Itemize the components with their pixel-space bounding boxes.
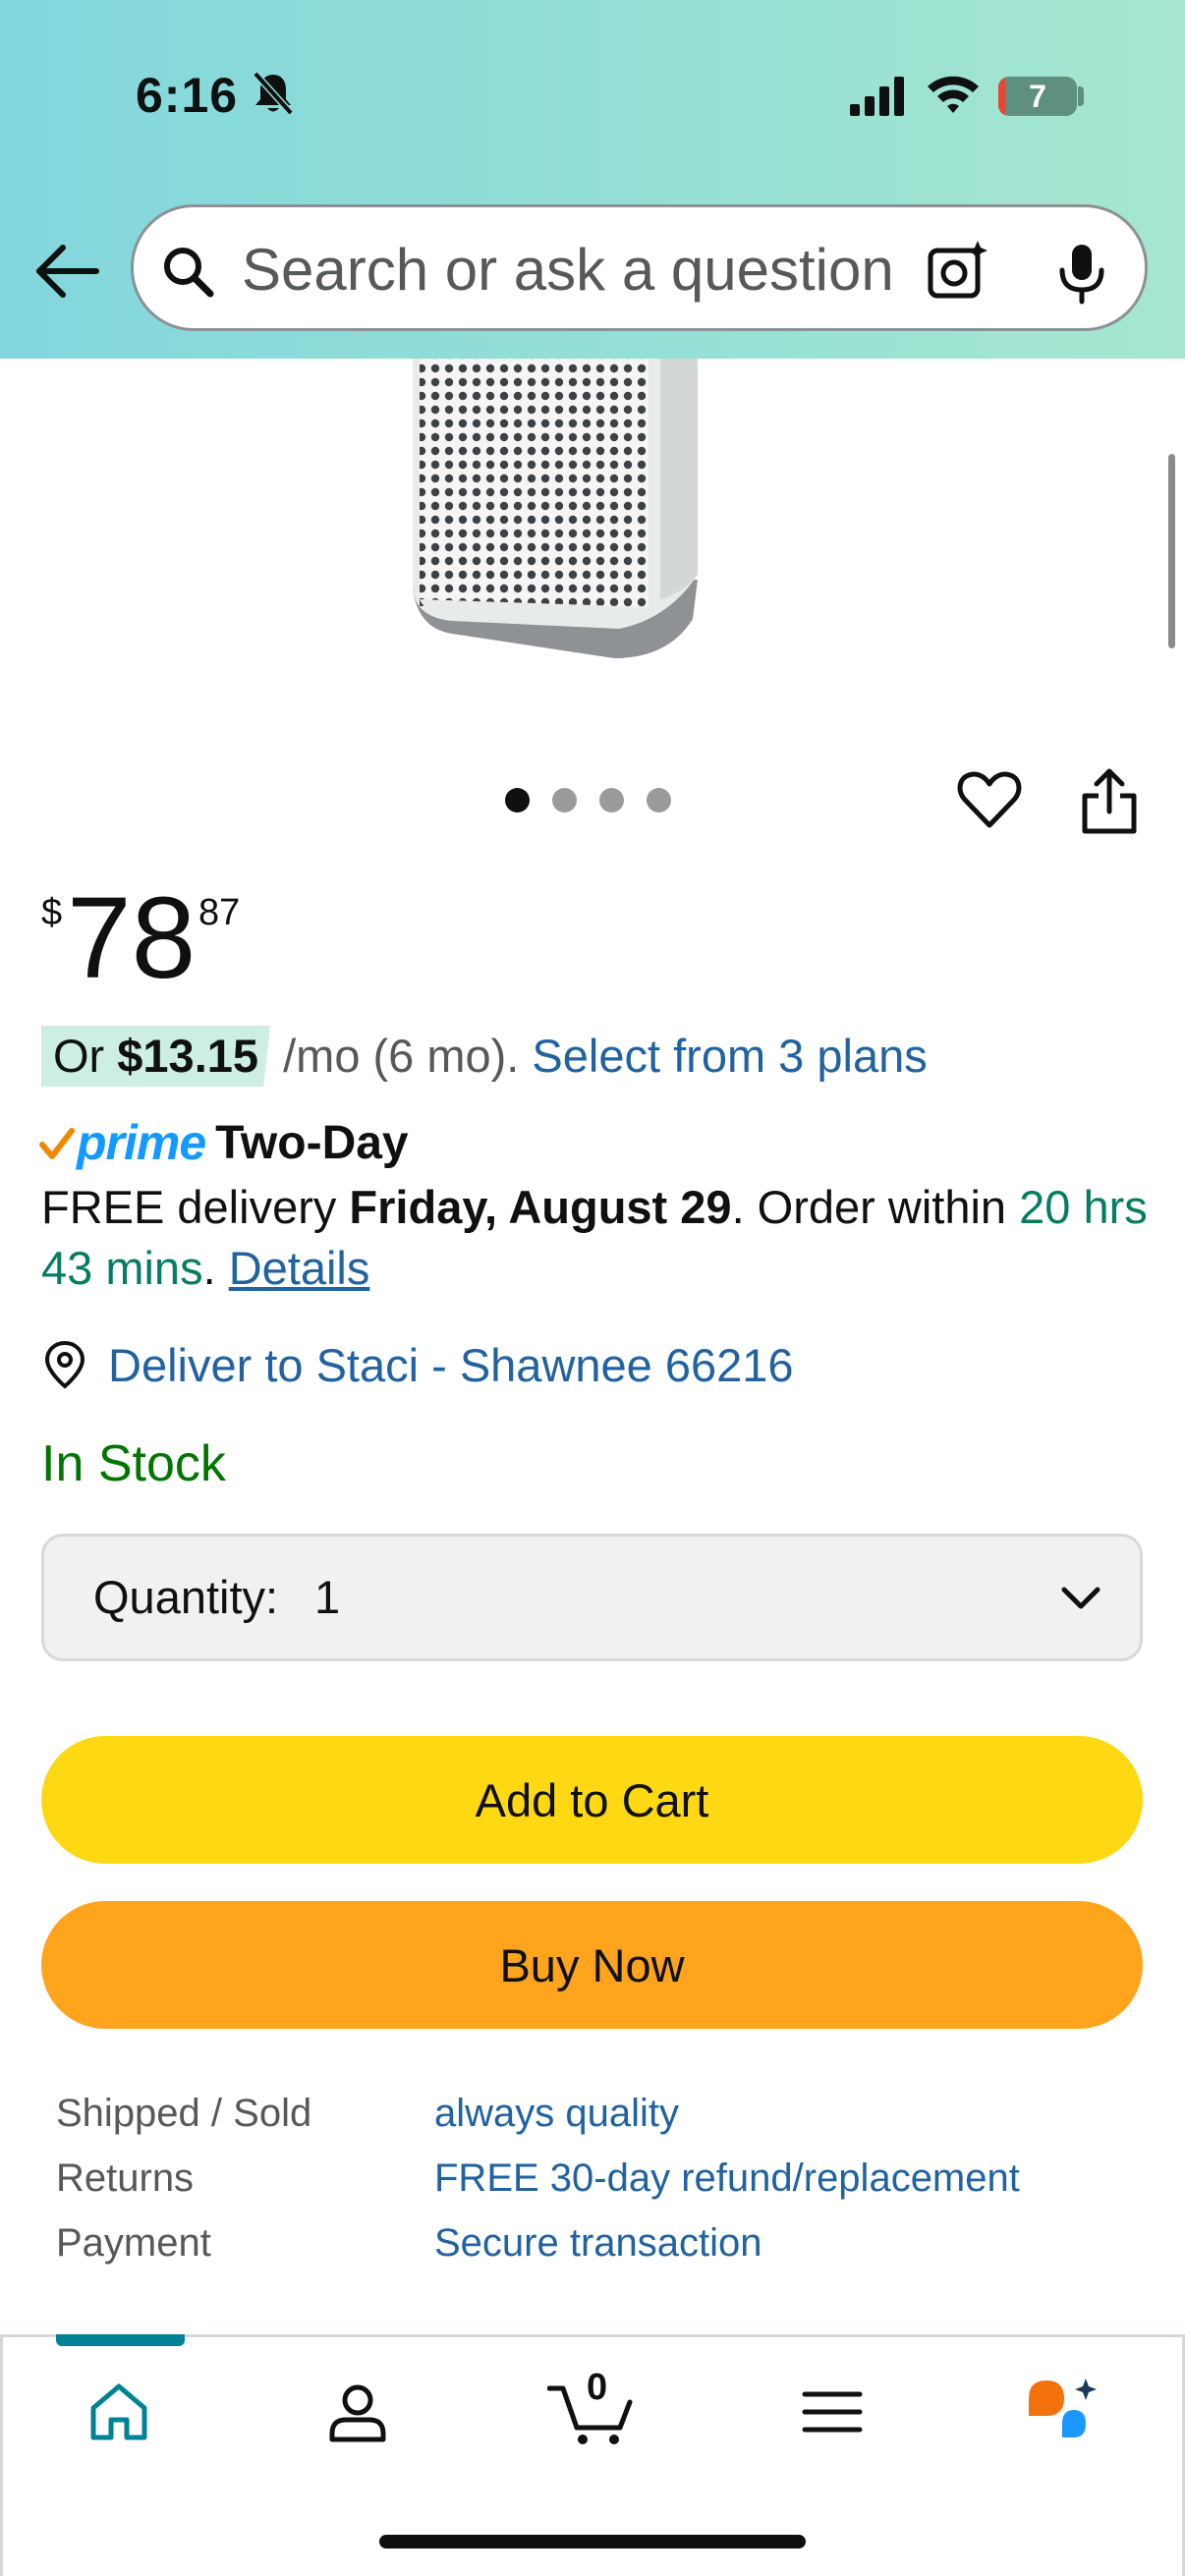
installment-prefix: Or [53, 1030, 118, 1082]
search-icon [164, 248, 214, 298]
quantity-label: Quantity: [93, 1571, 279, 1623]
home-indicator[interactable] [379, 2535, 806, 2548]
add-to-cart-button[interactable]: Add to Cart [41, 1736, 1143, 1864]
delivery-message: FREE delivery Friday, August 29. Order w… [41, 1177, 1152, 1299]
location-pin-icon [44, 1340, 85, 1389]
price-symbol: $ [41, 892, 63, 933]
deliver-to-row[interactable]: Deliver to Staci - Shawnee 66216 [41, 1334, 794, 1395]
detail-label: Payment [56, 2221, 211, 2265]
battery-icon: 7 [998, 77, 1077, 116]
detail-value-returns[interactable]: FREE 30-day refund/replacement [434, 2146, 1020, 2211]
detail-row: Shipped / Sold always quality [56, 2081, 1137, 2146]
delivery-date: Friday, August 29 [349, 1181, 732, 1233]
cellular-signal-icon [850, 77, 904, 116]
active-tab-indicator [56, 2334, 185, 2346]
account-icon[interactable] [322, 2377, 393, 2447]
pager-dot[interactable] [552, 788, 577, 812]
rufus-icon[interactable] [1025, 2377, 1103, 2447]
cart-count-badge: 0 [587, 2367, 608, 2408]
quantity-value: 1 [314, 1571, 341, 1623]
quantity-selector[interactable]: Quantity: 1 [41, 1534, 1143, 1661]
detail-row: Returns FREE 30-day refund/replacement [56, 2146, 1137, 2211]
detail-row: Payment Secure transaction [56, 2211, 1137, 2275]
search-bar[interactable] [131, 204, 1148, 331]
chevron-down-icon [1061, 1587, 1100, 1609]
pager-dot[interactable] [505, 788, 530, 812]
camera-lens-icon[interactable] [925, 239, 989, 304]
detail-value-payment[interactable]: Secure transaction [434, 2211, 762, 2275]
back-arrow-icon[interactable] [31, 240, 102, 303]
menu-icon[interactable] [797, 2377, 868, 2447]
installment-term: /mo (6 mo). [270, 1030, 533, 1082]
microphone-icon[interactable] [1052, 241, 1111, 306]
pager-dot[interactable] [647, 788, 671, 812]
prime-logo: prime [77, 1115, 206, 1170]
pager-dot[interactable] [599, 788, 624, 812]
price-fraction: 87 [198, 892, 241, 933]
prime-check-icon [39, 1128, 75, 1159]
header: 6:16 7 [0, 0, 1185, 359]
battery-level: 7 [1029, 79, 1046, 114]
delivery-details-link[interactable]: Details [229, 1242, 370, 1294]
wifi-icon [928, 76, 979, 113]
detail-label: Shipped / Sold [56, 2092, 312, 2135]
installment-highlight: Or $13.15 [41, 1026, 271, 1087]
delivery-middle: . Order within [731, 1181, 1020, 1233]
detail-label: Returns [56, 2156, 195, 2200]
prime-two-day: Two-Day [215, 1116, 409, 1169]
bell-slash-icon [253, 71, 294, 116]
detail-value-seller[interactable]: always quality [434, 2081, 679, 2146]
home-icon[interactable] [84, 2377, 154, 2447]
deliver-to-text[interactable]: Deliver to Staci - Shawnee 66216 [108, 1338, 794, 1392]
buy-now-button[interactable]: Buy Now [41, 1901, 1143, 2029]
heart-icon[interactable] [955, 766, 1024, 835]
delivery-prefix: FREE delivery [41, 1181, 350, 1233]
select-plans-link[interactable]: Select from 3 plans [532, 1030, 927, 1082]
delivery-suffix: . [202, 1242, 229, 1294]
installment-offer: Or $13.15 /mo (6 mo). Select from 3 plan… [41, 1026, 928, 1087]
status-time: 6:16 [136, 68, 239, 123]
installment-amount: $13.15 [117, 1030, 259, 1082]
price-whole: 78 [67, 873, 197, 1003]
product-image[interactable] [373, 334, 786, 678]
prime-badge: prime Two-Day [39, 1110, 409, 1175]
share-icon[interactable] [1079, 766, 1140, 837]
scroll-indicator [1168, 454, 1175, 648]
image-pager[interactable] [505, 788, 671, 815]
purchase-details: Shipped / Sold always quality Returns FR… [56, 2081, 1137, 2275]
battery-tip [1078, 86, 1084, 106]
stock-status: In Stock [41, 1435, 226, 1492]
